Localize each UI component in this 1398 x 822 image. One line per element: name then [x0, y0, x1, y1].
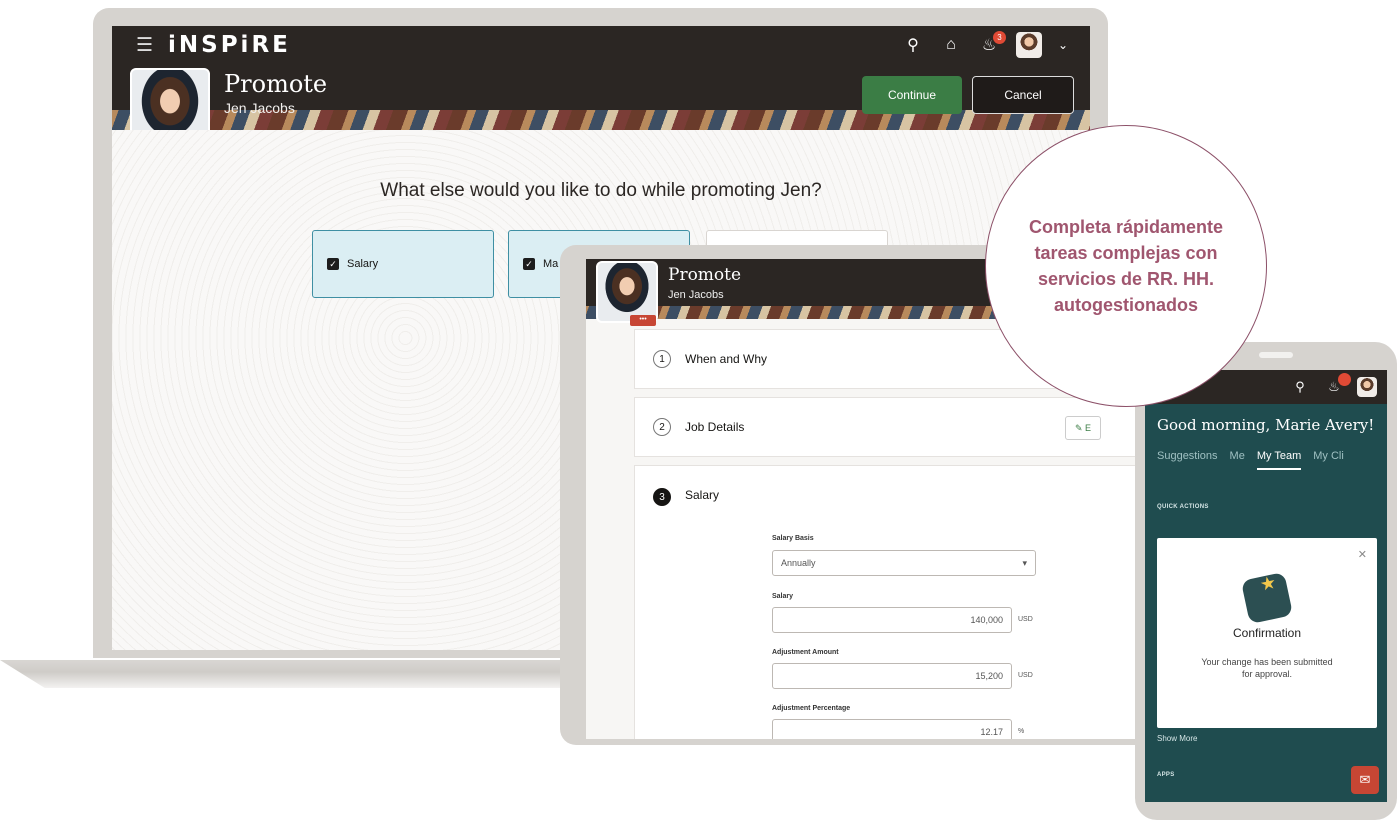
callout-text: Completa rápidamente tareas complejas co…	[1028, 217, 1224, 315]
adjustment-percentage-label: Adjustment Percentage	[772, 705, 851, 712]
search-icon[interactable]: ⚲	[1289, 376, 1311, 398]
pencil-icon: ✎	[1074, 422, 1083, 433]
app-bar: ☰ iNSPiRE ⚲ ⌂ ♨ 3 ⌄	[112, 26, 1090, 64]
checkbox-checked-icon[interactable]: ✓	[327, 258, 339, 270]
more-actions-icon[interactable]: •••	[630, 315, 656, 326]
step-salary: 3 Salary	[634, 465, 1146, 739]
phone-frame: ⚲ ♨ Good morning, Marie Avery! Suggestio…	[1135, 342, 1397, 820]
phone-tabs: Suggestions Me My Team My Cli	[1157, 450, 1344, 470]
employee-name: Jen Jacobs	[224, 100, 295, 116]
menu-icon[interactable]: ☰	[136, 34, 153, 57]
brand-logo: iNSPiRE	[168, 32, 291, 58]
shooting-star-icon	[1240, 571, 1294, 625]
show-more-link[interactable]: Show More	[1157, 734, 1197, 743]
adjustment-amount-input[interactable]: 15,200	[772, 663, 1012, 689]
page-header: ••• Promote Jen Jacobs Continue Cancel	[112, 64, 1090, 154]
tab-my-client[interactable]: My Cli	[1313, 450, 1344, 470]
step-label: When and Why	[685, 352, 768, 366]
tab-me[interactable]: Me	[1230, 450, 1245, 470]
adjustment-amount-label: Adjustment Amount	[772, 649, 839, 656]
dialog-title: Confirmation	[1232, 626, 1302, 640]
chat-icon[interactable]: ✉	[1351, 766, 1379, 794]
search-icon[interactable]: ⚲	[902, 34, 924, 56]
user-avatar[interactable]	[1016, 32, 1042, 58]
dropdown-arrow-icon: ▾	[1022, 557, 1027, 568]
adjustment-amount-unit: USD	[1018, 672, 1033, 679]
salary-basis-label: Salary Basis	[772, 535, 814, 542]
salary-input[interactable]: 140,000	[772, 607, 1012, 633]
home-icon[interactable]: ⌂	[940, 34, 962, 56]
user-avatar[interactable]	[1357, 377, 1377, 397]
quick-actions-heading: QUICK ACTIONS	[1157, 504, 1209, 510]
phone-screen: ⚲ ♨ Good morning, Marie Avery! Suggestio…	[1145, 370, 1387, 802]
step-label: Job Details	[685, 420, 745, 434]
option-label: Ma	[543, 258, 559, 270]
apps-heading: APPS	[1157, 772, 1175, 778]
step-job-details[interactable]: 2 Job Details ✎ E	[634, 397, 1146, 457]
page-title: Promote	[224, 70, 328, 98]
bell-icon[interactable]: ♨	[1323, 373, 1351, 398]
phone-speaker	[1259, 352, 1293, 358]
salary-label: Salary	[772, 593, 794, 600]
callout-bubble: Completa rápidamente tareas complejas co…	[985, 125, 1267, 407]
edit-label: E	[1085, 423, 1092, 433]
salary-basis-value: Annually	[781, 558, 816, 568]
adjustment-percentage-unit: %	[1018, 728, 1025, 735]
close-icon[interactable]: ✕	[1358, 548, 1367, 561]
tab-my-team[interactable]: My Team	[1256, 450, 1302, 470]
confirmation-dialog: ✕ Confirmation Your change has been subm…	[1157, 538, 1377, 728]
continue-button[interactable]: Continue	[862, 76, 962, 114]
step-number: 1	[653, 350, 671, 368]
bell-icon[interactable]: ♨ 3	[978, 31, 1006, 56]
option-card-salary[interactable]: ✓ Salary	[312, 230, 494, 298]
cancel-button[interactable]: Cancel	[972, 76, 1074, 114]
step-number: 3	[653, 488, 671, 506]
page-title: Promote	[668, 265, 742, 285]
dialog-message: Your change has been submitted for appro…	[1201, 657, 1333, 679]
greeting: Good morning, Marie Avery!	[1157, 416, 1375, 434]
chevron-down-icon[interactable]: ⌄	[1058, 34, 1068, 56]
option-label: Salary	[347, 258, 379, 270]
tab-suggestions[interactable]: Suggestions	[1157, 450, 1218, 470]
edit-button[interactable]: ✎ E	[1065, 416, 1101, 440]
step-label: Salary	[685, 488, 720, 502]
notification-badge	[1338, 373, 1351, 386]
employee-photo	[596, 261, 658, 323]
salary-unit: USD	[1018, 616, 1033, 623]
employee-name: Jen Jacobs	[668, 289, 724, 301]
notification-badge: 3	[993, 31, 1006, 44]
checkbox-checked-icon[interactable]: ✓	[523, 258, 535, 270]
salary-basis-select[interactable]: Annually ▾	[772, 550, 1036, 576]
question-heading: What else would you like to do while pro…	[380, 180, 822, 201]
step-number: 2	[653, 418, 671, 436]
adjustment-percentage-input[interactable]: 12.17	[772, 719, 1012, 739]
